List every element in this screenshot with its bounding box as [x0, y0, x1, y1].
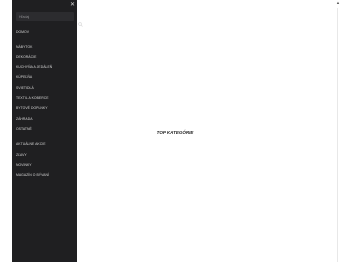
menu-item-zlavy[interactable]: ZĽAVY	[16, 152, 27, 158]
search-box	[16, 12, 75, 21]
menu-item-ostatne[interactable]: OSTATNÉ	[16, 126, 32, 132]
menu-item-zahrada[interactable]: ZÁHRADA	[16, 116, 33, 122]
menu-item-dekoracie[interactable]: DEKORÁCIE	[16, 54, 36, 60]
scrollbar-track[interactable]	[337, 8, 338, 262]
menu-item-kuchyna[interactable]: KUCHYŇA A JEDÁLEŇ	[16, 64, 52, 70]
sidebar-menu: ✕ DOMOV NÁBYTOK DEKORÁCIE KUCHYŇA A JEDÁ…	[12, 0, 83, 262]
menu-item-textil[interactable]: TEXTIL A KOBERCE	[16, 95, 49, 101]
menu-item-kupelna[interactable]: KÚPEĽŇA	[16, 74, 32, 80]
menu-item-aktualne-akcie[interactable]: AKTUÁLNE AKCIE	[16, 141, 46, 147]
menu-item-svietidla[interactable]: SVIETIDLÁ	[16, 85, 34, 91]
scroll-up-arrow[interactable]: ▲	[336, 0, 340, 5]
menu-item-nabytok[interactable]: NÁBYTOK	[16, 44, 33, 50]
search-input[interactable]	[16, 12, 75, 21]
close-icon[interactable]: ✕	[69, 2, 76, 9]
menu-item-domov[interactable]: DOMOV	[16, 29, 29, 35]
menu-item-magazin[interactable]: MAGAZÍN O BÝVANÍ	[16, 172, 49, 178]
menu-item-bytove-doplnky[interactable]: BYTOVÉ DOPLNKY	[16, 105, 48, 111]
menu-item-novinky[interactable]: NOVINKY	[16, 162, 32, 168]
top-categories-heading: TOP KATEGÓRIE	[156, 130, 194, 135]
search-icon[interactable]	[78, 22, 83, 27]
